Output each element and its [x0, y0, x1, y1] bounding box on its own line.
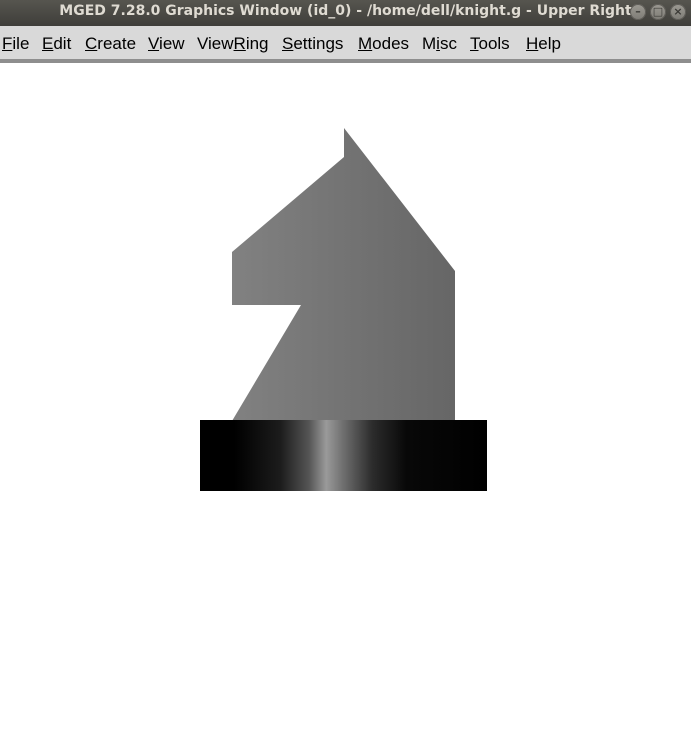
menu-file-post: ile — [12, 34, 30, 53]
menu-viewring-pre: View — [197, 34, 234, 53]
menu-tools-mnemonic: T — [470, 34, 479, 53]
menu-edit[interactable]: Edit — [42, 34, 71, 54]
menu-help-mnemonic: H — [526, 34, 539, 53]
menu-settings[interactable]: Settings — [282, 34, 343, 54]
menu-help[interactable]: Help — [526, 34, 561, 54]
knight-head-shape — [232, 128, 455, 421]
menu-misc-pre: M — [422, 34, 437, 53]
menu-file-mnemonic: F — [2, 34, 13, 53]
menu-view[interactable]: View — [148, 34, 185, 54]
menu-create-post: reate — [97, 34, 137, 53]
menu-view-post: iew — [159, 34, 185, 53]
menu-create-mnemonic: C — [85, 34, 98, 53]
maximize-button[interactable]: □ — [650, 4, 666, 20]
menu-modes-mnemonic: M — [358, 34, 373, 53]
menu-modes-post: odes — [372, 34, 410, 53]
menu-tools-post: ools — [478, 34, 510, 53]
menu-help-post: elp — [538, 34, 561, 53]
menu-misc[interactable]: Misc — [422, 34, 457, 54]
menu-view-mnemonic: V — [148, 34, 160, 53]
menu-settings-post: ettings — [293, 34, 344, 53]
menu-edit-post: dit — [53, 34, 72, 53]
menu-settings-mnemonic: S — [282, 34, 294, 53]
title-bar[interactable]: MGED 7.28.0 Graphics Window (id_0) - /ho… — [0, 0, 691, 26]
menu-modes[interactable]: Modes — [358, 34, 409, 54]
menu-edit-mnemonic: E — [42, 34, 54, 53]
menu-create[interactable]: Create — [85, 34, 136, 54]
menu-misc-post: sc — [439, 34, 457, 53]
menu-viewring[interactable]: ViewRing — [197, 34, 269, 54]
menu-viewring-mnemonic: R — [233, 34, 246, 53]
menu-viewring-post: ing — [245, 34, 269, 53]
close-button[interactable]: × — [670, 4, 686, 20]
knight-base-shape — [200, 420, 487, 491]
knight-render — [200, 128, 487, 491]
mged-graphics-window: MGED 7.28.0 Graphics Window (id_0) - /ho… — [0, 0, 691, 733]
minimize-button[interactable]: – — [630, 4, 646, 20]
graphics-canvas[interactable] — [0, 63, 691, 733]
menu-file[interactable]: File — [2, 34, 29, 54]
menu-bar: File Edit Create View ViewRing Settings … — [0, 26, 691, 63]
menu-tools[interactable]: Tools — [470, 34, 510, 54]
window-title: MGED 7.28.0 Graphics Window (id_0) - /ho… — [59, 3, 632, 19]
